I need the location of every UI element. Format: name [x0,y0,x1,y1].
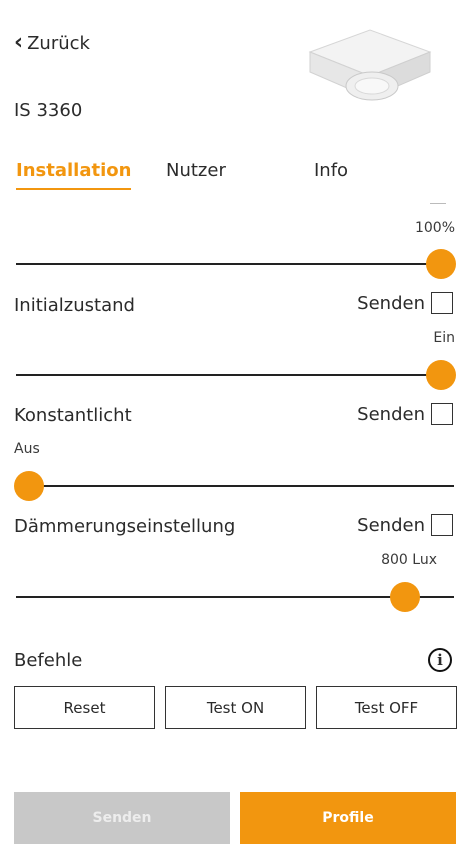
initialzustand-slider-handle[interactable] [426,360,456,390]
tab-installation[interactable]: Installation [16,160,132,190]
info-icon[interactable]: i [428,648,452,672]
brightness-value: 100% [414,220,455,236]
back-label: Zurück [27,32,90,54]
daemmerung-value: 800 Lux [381,552,437,568]
konstantlicht-send: Senden [357,403,453,425]
tab-bar: Installation Nutzer Info [0,160,471,200]
commands-title: Befehle [14,650,83,671]
initialzustand-send-label: Senden [357,292,425,314]
initialzustand-send-checkbox[interactable] [431,292,453,314]
divider [430,203,446,204]
konstantlicht-slider-track[interactable] [30,485,454,487]
daemmerung-label: Dämmerungseinstellung [14,516,236,537]
initialzustand-slider-track[interactable] [16,374,438,376]
daemmerung-slider-handle[interactable] [390,582,420,612]
konstantlicht-send-label: Senden [357,403,425,425]
konstantlicht-label: Konstantlicht [14,405,132,426]
test-off-button[interactable]: Test OFF [316,686,457,729]
brightness-slider-handle[interactable] [426,249,456,279]
daemmerung-send: Senden [357,514,453,536]
initialzustand-label: Initialzustand [14,295,135,316]
reset-button[interactable]: Reset [14,686,155,729]
test-on-button[interactable]: Test ON [165,686,306,729]
konstantlicht-value: Aus [14,441,40,457]
device-image [308,29,432,101]
daemmerung-send-label: Senden [357,514,425,536]
chevron-left-icon: ‹ [14,30,24,55]
daemmerung-send-checkbox[interactable] [431,514,453,536]
initialzustand-value: Ein [433,330,455,346]
back-button[interactable]: ‹ Zurück [14,32,90,54]
profile-button[interactable]: Profile [240,792,456,844]
tab-nutzer[interactable]: Nutzer [166,160,226,181]
konstantlicht-send-checkbox[interactable] [431,403,453,425]
tab-info[interactable]: Info [314,160,348,181]
send-button[interactable]: Senden [14,792,230,844]
device-name: IS 3360 [14,100,83,121]
konstantlicht-slider-handle[interactable] [14,471,44,501]
brightness-slider-track[interactable] [16,263,438,265]
daemmerung-slider-track[interactable] [16,596,454,598]
initialzustand-send: Senden [357,292,453,314]
